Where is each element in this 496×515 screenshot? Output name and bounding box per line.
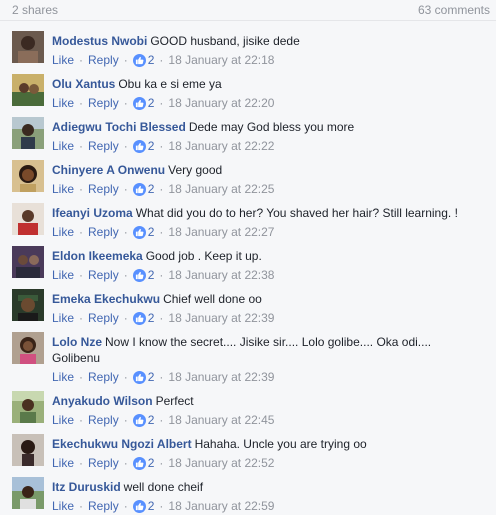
comment-author-link[interactable]: Chinyere A Onwenu bbox=[52, 163, 165, 177]
comment-author-link[interactable]: Anyakudo Wilson bbox=[52, 394, 153, 408]
avatar[interactable] bbox=[12, 434, 44, 466]
comment-item: Ifeanyi Uzoma What did you do to her? You… bbox=[0, 193, 496, 239]
comment-author-link[interactable]: Lolo Nze bbox=[52, 335, 102, 349]
comment-item: Anyakudo Wilson Perfect Like · Reply · 2 … bbox=[0, 381, 496, 427]
comment-content: Adiegwu Tochi Blessed Dede may God bless … bbox=[52, 119, 482, 135]
comment-item: Ekechukwu Ngozi Albert Hahaha. Uncle you … bbox=[0, 424, 496, 470]
comment-timestamp[interactable]: 18 January at 22:59 bbox=[168, 498, 274, 514]
comments-count-link[interactable]: 63 comments bbox=[418, 3, 490, 17]
comment-content: Lolo Nze Now I know the secret.... Jisike… bbox=[52, 334, 482, 366]
comment-content: Olu Xantus Obu ka e si eme ya bbox=[52, 76, 482, 92]
reaction-count-value: 2 bbox=[147, 499, 155, 513]
reply-button[interactable]: Reply bbox=[88, 498, 119, 514]
comment-text: Obu ka e si eme ya bbox=[118, 77, 222, 91]
avatar[interactable] bbox=[12, 289, 44, 321]
avatar[interactable] bbox=[12, 332, 44, 364]
comment-text: What did you do to her? You shaved her h… bbox=[135, 206, 458, 220]
comment-content: Modestus Nwobi GOOD husband, jisike dede bbox=[52, 33, 482, 49]
comment-item: Chinyere A Onwenu Very good Like · Reply … bbox=[0, 150, 496, 196]
comment-text: Good job . Keep it up. bbox=[145, 249, 262, 263]
comment-author-link[interactable]: Olu Xantus bbox=[52, 77, 115, 91]
avatar[interactable] bbox=[12, 31, 44, 63]
comment-author-link[interactable]: Modestus Nwobi bbox=[52, 34, 147, 48]
comment-author-link[interactable]: Emeka Ekechukwu bbox=[52, 292, 160, 306]
comment-list: Modestus Nwobi GOOD husband, jisike dede … bbox=[0, 21, 496, 513]
comment-item: Eldon Ikeemeka Good job . Keep it up. Lik… bbox=[0, 236, 496, 282]
separator: · bbox=[79, 499, 84, 513]
reaction-count[interactable]: 2 bbox=[132, 498, 155, 514]
avatar[interactable] bbox=[12, 246, 44, 278]
comment-item: Olu Xantus Obu ka e si eme ya Like · Repl… bbox=[0, 64, 496, 110]
comment-content: Emeka Ekechukwu Chief well done oo bbox=[52, 291, 482, 307]
comment-content: Itz Duruskid well done cheif bbox=[52, 479, 482, 495]
comment-author-link[interactable]: Ekechukwu Ngozi Albert bbox=[52, 437, 192, 451]
separator: · bbox=[159, 499, 164, 513]
comment-text: Now I know the secret.... Jisike sir....… bbox=[52, 335, 432, 365]
avatar[interactable] bbox=[12, 160, 44, 192]
avatar[interactable] bbox=[12, 74, 44, 106]
comment-author-link[interactable]: Adiegwu Tochi Blessed bbox=[52, 120, 186, 134]
shares-count-link[interactable]: 2 shares bbox=[12, 3, 58, 17]
avatar[interactable] bbox=[12, 117, 44, 149]
comment-content: Anyakudo Wilson Perfect bbox=[52, 393, 482, 409]
comment-text: Perfect bbox=[155, 394, 194, 408]
comment-author-link[interactable]: Eldon Ikeemeka bbox=[52, 249, 143, 263]
comment-content: Eldon Ikeemeka Good job . Keep it up. bbox=[52, 248, 482, 264]
avatar[interactable] bbox=[12, 203, 44, 235]
comment-content: Chinyere A Onwenu Very good bbox=[52, 162, 482, 178]
avatar[interactable] bbox=[12, 477, 44, 509]
separator: · bbox=[123, 499, 128, 513]
comment-author-link[interactable]: Ifeanyi Uzoma bbox=[52, 206, 133, 220]
comment-actions: Like · Reply · 2 · 18 January at 22:59 bbox=[52, 498, 482, 514]
like-button[interactable]: Like bbox=[52, 498, 74, 514]
comment-text: well done cheif bbox=[123, 480, 204, 494]
comment-item: Lolo Nze Now I know the secret.... Jisike… bbox=[0, 322, 496, 384]
comment-text: Hahaha. Uncle you are trying oo bbox=[194, 437, 367, 451]
comment-item: Emeka Ekechukwu Chief well done oo Like ·… bbox=[0, 279, 496, 325]
comment-text: Dede may God bless you more bbox=[188, 120, 355, 134]
thumbs-up-icon bbox=[132, 499, 146, 513]
comment-text: Chief well done oo bbox=[163, 292, 262, 306]
comment-text: GOOD husband, jisike dede bbox=[150, 34, 300, 48]
comment-author-link[interactable]: Itz Duruskid bbox=[52, 480, 121, 494]
avatar[interactable] bbox=[12, 391, 44, 423]
post-stats-bar: 2 shares 63 comments bbox=[0, 0, 496, 21]
comment-item: Adiegwu Tochi Blessed Dede may God bless … bbox=[0, 107, 496, 153]
comment-content: Ifeanyi Uzoma What did you do to her? You… bbox=[52, 205, 482, 221]
comment-content: Ekechukwu Ngozi Albert Hahaha. Uncle you … bbox=[52, 436, 482, 452]
comment-text: Very good bbox=[168, 163, 223, 177]
comment-item: Itz Duruskid well done cheif Like · Reply… bbox=[0, 467, 496, 513]
comment-item: Modestus Nwobi GOOD husband, jisike dede … bbox=[0, 21, 496, 67]
